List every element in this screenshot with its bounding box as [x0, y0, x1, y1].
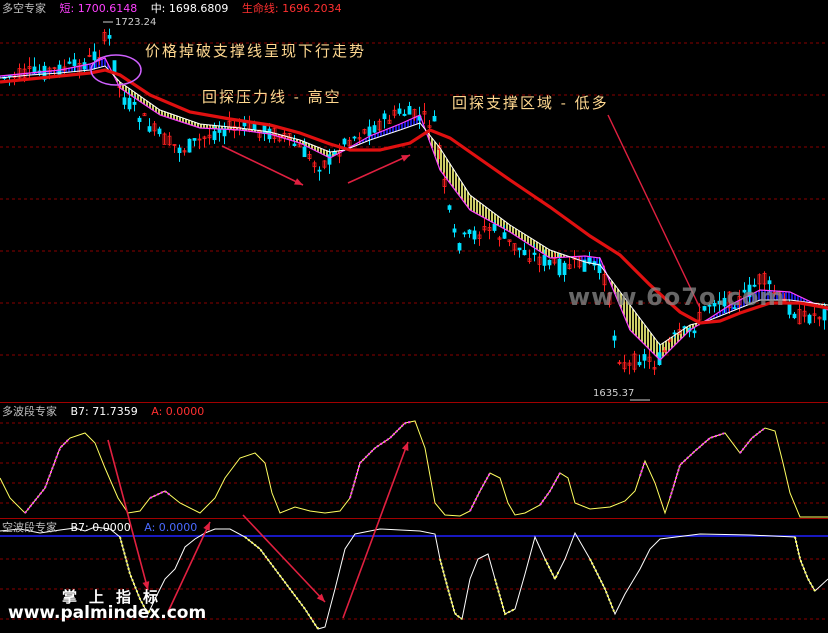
candle-body — [522, 249, 527, 256]
candle-body — [352, 136, 357, 139]
candle-body — [432, 115, 437, 122]
candle-body — [292, 143, 297, 147]
low-price-label: 1635.37 — [593, 388, 635, 399]
short-wave-falling-segment — [589, 558, 615, 612]
long-wave-title: 多波段专家 — [2, 405, 57, 418]
candle-body — [372, 125, 377, 133]
candle-body — [252, 123, 257, 130]
long-wave-canvas[interactable] — [0, 403, 828, 518]
price-panel-header: 多空专家 短: 1700.6148 中: 1698.6809 生命线: 1696… — [2, 1, 352, 17]
candle-body — [302, 146, 307, 158]
candle-body — [562, 262, 567, 275]
candle-body — [177, 147, 182, 154]
candle-body — [792, 313, 797, 319]
candle-body — [157, 128, 162, 135]
arrow-rebound — [347, 154, 411, 184]
candle-body — [132, 101, 137, 105]
annotation-retest-resistance: 回探压力线 - 高空 — [202, 88, 342, 106]
candle-body — [672, 332, 677, 335]
long-wave-rising-segment — [349, 421, 411, 499]
life-line-value: 生命线: 1696.2034 — [241, 2, 342, 15]
long-wave-a-value: A: 0.0000 — [151, 405, 205, 418]
short-wave-header: 空波段专家 B7: 0.0000 A: 0.0000 — [2, 520, 207, 536]
candle-body — [92, 51, 97, 61]
candle-body — [472, 230, 477, 240]
candle-body — [402, 113, 407, 116]
short-wave-b7-value: B7: 0.0000 — [70, 521, 131, 534]
price-panel-title: 多空专家 — [2, 2, 46, 15]
pointer-line — [607, 114, 701, 309]
candle-body — [502, 232, 507, 239]
long-wave-rising-segment — [24, 438, 70, 514]
candle-body — [112, 60, 117, 73]
candle-body — [407, 106, 412, 115]
candle-body — [532, 252, 537, 255]
candle-body — [457, 243, 462, 251]
short-wave-a-value: A: 0.0000 — [144, 521, 198, 534]
long-wave-rising-segment — [539, 472, 561, 506]
annotation-retest-support: 回探支撑区域 - 低多 — [452, 94, 609, 112]
long-wave-highlight-segments — [24, 421, 765, 514]
watermark: www.6o7o.com — [568, 283, 786, 311]
candle-body — [517, 247, 522, 251]
candle-body — [127, 97, 132, 110]
candle-body — [462, 232, 467, 235]
candle-body — [807, 314, 812, 324]
candle-body — [137, 117, 142, 123]
candle-body — [107, 35, 112, 39]
short-wave-falling-segment — [544, 558, 560, 582]
candle-body — [32, 66, 37, 73]
candle-body — [692, 330, 697, 334]
candle-body — [637, 361, 642, 366]
arrow-down-trend — [221, 145, 304, 186]
candle-body — [212, 131, 217, 141]
candle-body — [492, 223, 497, 231]
short-wave-falling-segment — [494, 578, 516, 616]
candle-body — [642, 354, 647, 361]
annotation-break-support: 价格掉破支撑线呈现下行走势 — [145, 42, 367, 60]
short-wave-falling-segment — [244, 536, 320, 630]
candle-body — [447, 205, 452, 210]
candle-body — [382, 113, 387, 120]
candle-body — [467, 229, 472, 234]
candle-body — [187, 138, 192, 153]
price-chart-panel[interactable]: 多空专家 短: 1700.6148 中: 1698.6809 生命线: 1696… — [0, 0, 828, 402]
candle-body — [397, 108, 402, 114]
candle-body — [367, 126, 372, 137]
long-wave-b7-value: B7: 71.7359 — [70, 405, 138, 418]
candle-body — [317, 169, 322, 172]
candle-body — [72, 59, 77, 67]
high-price-label: 1723.24 — [115, 17, 157, 28]
candle-body — [262, 125, 267, 134]
short-ma-value: 短: 1700.6148 — [59, 2, 138, 15]
long-wave-header: 多波段专家 B7: 71.7359 A: 0.0000 — [2, 404, 214, 420]
long-wave-grid — [0, 422, 828, 504]
candle-body — [612, 335, 617, 341]
candle-body — [542, 254, 547, 266]
short-wave-highlight-segments — [119, 536, 816, 630]
short-wave-falling-segment — [794, 536, 816, 592]
candle-body — [452, 228, 457, 233]
candle-body — [342, 138, 347, 145]
candle-body — [547, 259, 552, 266]
short-wave-title: 空波段专家 — [2, 521, 57, 534]
candle-body — [67, 61, 72, 64]
candle-body — [557, 258, 562, 276]
candle-body — [192, 138, 197, 141]
mid-ma-value: 中: 1698.6809 — [150, 2, 229, 15]
candle-body — [822, 309, 827, 321]
candle-body — [122, 97, 127, 105]
long-wave-panel[interactable]: 多波段专家 B7: 71.7359 A: 0.0000 — [0, 403, 828, 518]
candle-body — [327, 154, 332, 165]
candle-body — [217, 128, 222, 133]
long-wave-rising-segment — [739, 428, 765, 454]
brand-url: www.palmindex.com — [8, 603, 207, 623]
price-chart-canvas[interactable] — [0, 0, 828, 402]
candle-body — [147, 126, 152, 132]
candle-body — [332, 152, 337, 155]
